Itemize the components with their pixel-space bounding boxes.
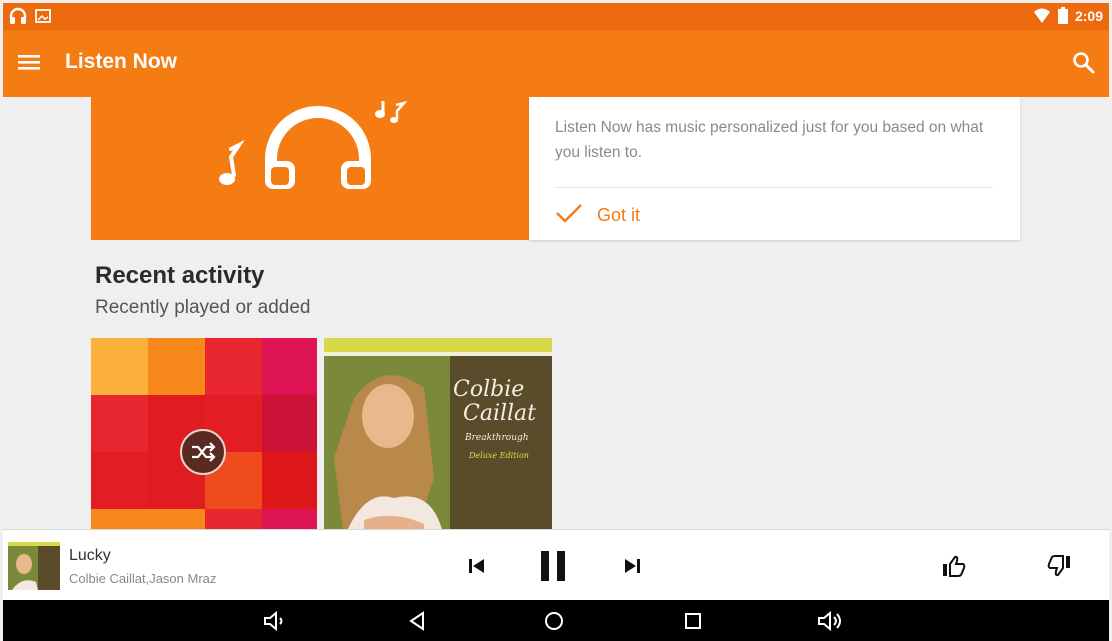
page-title: Listen Now	[65, 50, 178, 73]
promo-card: Listen Now has music personalized just f…	[529, 97, 1020, 240]
section-subtitle: Recently played or added	[95, 297, 311, 318]
track-title: Lucky	[69, 547, 111, 564]
battery-icon	[1057, 7, 1069, 25]
listen-now-content: Listen Now has music personalized just f…	[3, 97, 1109, 529]
album-edition: Deluxe Edition	[468, 451, 529, 460]
pause-icon[interactable]	[535, 546, 571, 586]
recents-icon[interactable]	[671, 600, 715, 641]
promo-illustration	[91, 97, 529, 240]
checkmark-icon	[555, 202, 583, 229]
hamburger-menu-icon[interactable]	[17, 52, 41, 72]
image-icon	[35, 8, 51, 24]
thumbs-down-icon[interactable]	[1043, 552, 1075, 580]
music-note-icon	[219, 139, 245, 185]
album-art: Colbie Caillat Breakthrough Deluxe Editi…	[324, 338, 552, 529]
headphones-icon	[9, 7, 27, 25]
volume-down-icon[interactable]	[253, 600, 297, 641]
shuffle-icon[interactable]	[180, 429, 226, 475]
now-playing-album-art[interactable]	[8, 542, 60, 590]
previous-icon[interactable]	[460, 552, 494, 580]
divider	[555, 187, 993, 188]
got-it-button[interactable]: Got it	[555, 199, 640, 231]
album-title-line-2: Caillat	[463, 401, 536, 426]
back-icon[interactable]	[395, 600, 439, 641]
got-it-label: Got it	[597, 204, 641, 225]
next-icon[interactable]	[615, 552, 649, 580]
status-time: 2:09	[1074, 8, 1103, 24]
system-nav-bar	[3, 600, 1109, 641]
promo-description: Listen Now has music personalized just f…	[555, 119, 984, 161]
track-artist: Colbie Caillat,Jason Mraz	[69, 571, 217, 586]
now-playing-bar[interactable]: Lucky Colbie Caillat,Jason Mraz	[3, 529, 1109, 600]
music-notes-icon	[375, 100, 408, 123]
home-icon[interactable]	[532, 600, 576, 641]
headphones-icon	[265, 106, 371, 189]
album-card[interactable]: Colbie Caillat Breakthrough Deluxe Editi…	[324, 338, 552, 529]
app-screen: 2:09 Listen Now Listen Now has music per…	[0, 0, 1112, 641]
search-icon[interactable]	[1071, 50, 1097, 76]
status-bar: 2:09	[3, 3, 1109, 30]
thumbs-up-icon[interactable]	[938, 552, 970, 580]
app-bar: Listen Now	[3, 30, 1109, 97]
instant-mix-card[interactable]	[91, 338, 317, 529]
volume-up-icon[interactable]	[809, 600, 853, 641]
album-title-line-1: Colbie	[453, 377, 524, 402]
wifi-icon	[1033, 8, 1051, 24]
section-title: Recent activity	[95, 262, 265, 289]
album-subtitle: Breakthrough	[464, 433, 529, 443]
